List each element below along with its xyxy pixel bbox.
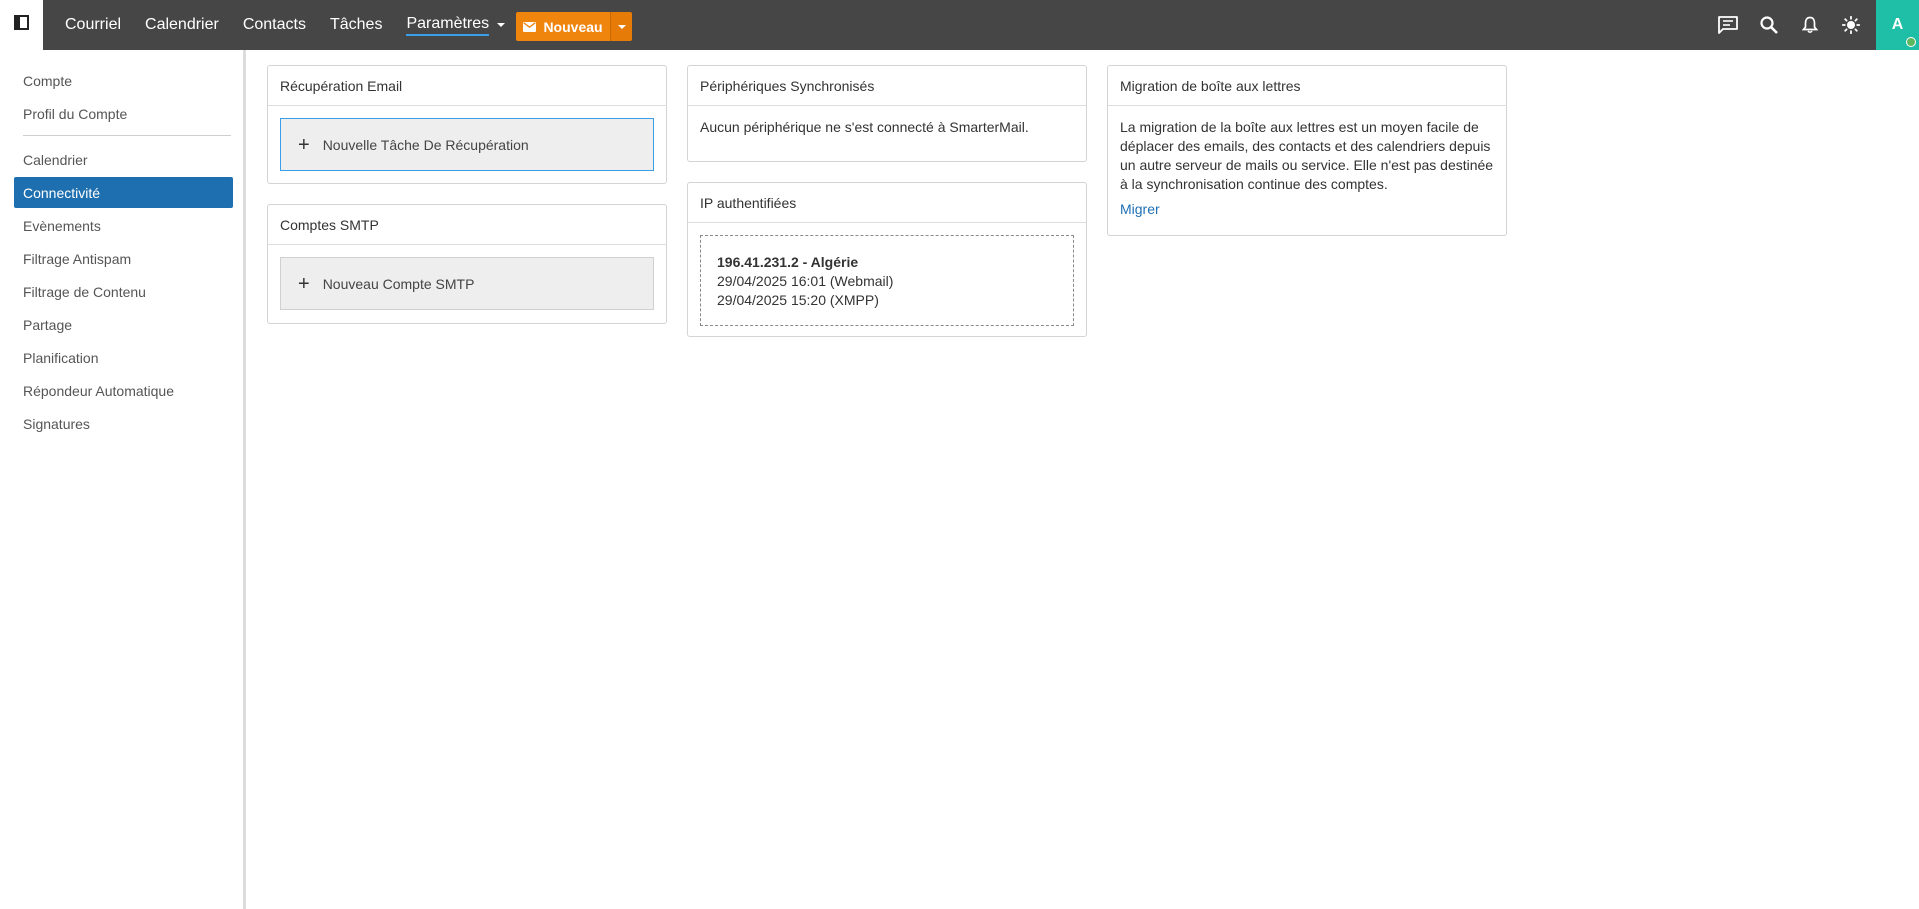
new-dropdown-button[interactable]	[610, 12, 632, 41]
sidebar-item-compte[interactable]: Compte	[14, 65, 233, 96]
avatar[interactable]: A	[1876, 0, 1919, 50]
nav-contacts[interactable]: Contacts	[243, 16, 306, 34]
new-button[interactable]: Nouveau	[516, 12, 610, 41]
bell-icon[interactable]	[1789, 0, 1830, 50]
authenticated-ips-card: IP authentifiées 196.41.231.2 - Algérie …	[687, 182, 1087, 337]
chevron-down-icon	[497, 23, 506, 27]
top-bar: Courriel Calendrier Contacts Tâches Para…	[0, 0, 1919, 50]
main-nav: Courriel Calendrier Contacts Tâches Para…	[65, 0, 529, 50]
sidebar-item-signatures[interactable]: Signatures	[14, 408, 233, 439]
top-icon-bar: A	[1707, 0, 1919, 50]
card-title: Récupération Email	[268, 66, 666, 106]
chevron-down-icon	[617, 24, 626, 29]
new-smtp-account-button[interactable]: + Nouveau Compte SMTP	[280, 257, 654, 310]
sidebar-item-connectivite[interactable]: Connectivité	[14, 177, 233, 208]
card-title: Comptes SMTP	[268, 205, 666, 245]
no-devices-text: Aucun périphérique ne s'est connecté à S…	[700, 119, 1029, 135]
sidebar-item-filtrage-de-contenu[interactable]: Filtrage de Contenu	[14, 276, 233, 307]
sidebar-toggle-button[interactable]	[0, 0, 43, 50]
sidebar-item-repondeur-automatique[interactable]: Répondeur Automatique	[14, 375, 233, 406]
sidebar-item-planification[interactable]: Planification	[14, 342, 233, 373]
migrate-link[interactable]: Migrer	[1120, 201, 1160, 217]
migration-description: La migration de la boîte aux lettres est…	[1120, 119, 1494, 192]
card-title: Migration de boîte aux lettres	[1108, 66, 1506, 106]
sidebar-item-profil-du-compte[interactable]: Profil du Compte	[14, 98, 233, 129]
online-status-dot	[1906, 37, 1916, 47]
sidebar-toggle-icon	[14, 15, 29, 35]
nav-parametres[interactable]: Paramètres	[406, 15, 506, 36]
sidebar-item-calendrier[interactable]: Calendrier	[14, 144, 233, 175]
ip-login-line: 29/04/2025 16:01 (Webmail)	[717, 273, 894, 289]
mailbox-migration-card: Migration de boîte aux lettres La migrat…	[1107, 65, 1507, 236]
search-icon[interactable]	[1748, 0, 1789, 50]
ip-login-line: 29/04/2025 15:20 (XMPP)	[717, 292, 879, 308]
new-retrieval-task-button[interactable]: + Nouvelle Tâche De Récupération	[280, 118, 654, 171]
ip-entry: 196.41.231.2 - Algérie 29/04/2025 16:01 …	[700, 235, 1074, 326]
email-retrieval-card: Récupération Email + Nouvelle Tâche De R…	[267, 65, 667, 184]
new-button-group: Nouveau	[516, 12, 632, 41]
plus-icon: +	[298, 133, 310, 156]
ip-heading: 196.41.231.2 - Algérie	[717, 254, 859, 270]
sidebar-item-evenements[interactable]: Evènements	[14, 210, 233, 241]
mail-icon	[523, 19, 537, 35]
card-title: IP authentifiées	[688, 183, 1086, 223]
sun-icon[interactable]	[1830, 0, 1871, 50]
settings-sidebar: Compte Profil du Compte Calendrier Conne…	[0, 50, 246, 909]
synced-devices-card: Périphériques Synchronisés Aucun périphé…	[687, 65, 1087, 162]
smtp-accounts-card: Comptes SMTP + Nouveau Compte SMTP	[267, 204, 667, 324]
nav-courriel[interactable]: Courriel	[65, 16, 121, 34]
nav-taches[interactable]: Tâches	[330, 16, 382, 34]
card-title: Périphériques Synchronisés	[688, 66, 1086, 106]
chat-icon[interactable]	[1707, 0, 1748, 50]
sidebar-item-filtrage-antispam[interactable]: Filtrage Antispam	[14, 243, 233, 274]
plus-icon: +	[298, 272, 310, 295]
sidebar-item-partage[interactable]: Partage	[14, 309, 233, 340]
sidebar-divider	[23, 135, 231, 136]
nav-calendrier[interactable]: Calendrier	[145, 16, 219, 34]
